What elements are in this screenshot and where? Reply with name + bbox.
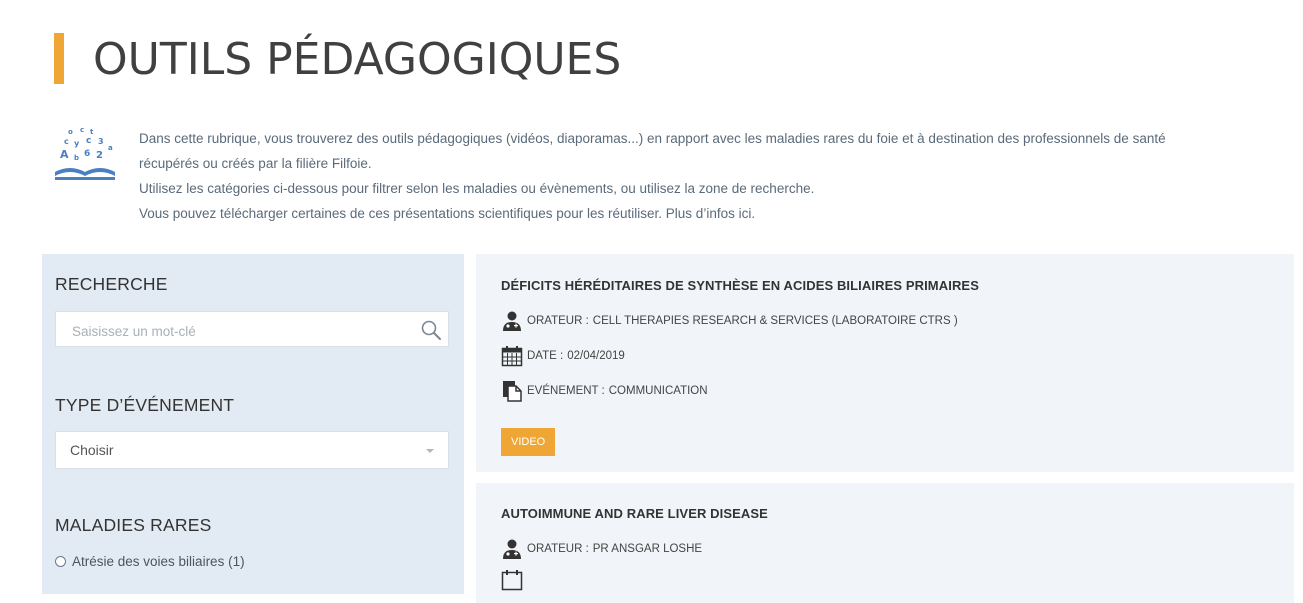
svg-text:A: A	[60, 148, 69, 161]
calendar-icon	[501, 346, 523, 367]
speaker-row: ORATEUR : PR ANSGAR LOSHE	[501, 538, 702, 560]
disease-label: Atrésie des voies biliaires (1)	[72, 554, 245, 569]
speaker-label: ORATEUR :	[527, 315, 589, 327]
speaker-row: ORATEUR : CELL THERAPIES RESEARCH & SERV…	[501, 310, 958, 332]
date-row	[501, 569, 527, 591]
speaker-value: CELL THERAPIES RESEARCH & SERVICES (LABO…	[592, 315, 958, 327]
filter-sidebar: RECHERCHE TYPE D’ÉVÉNEMENT Choisir MALAD…	[42, 254, 464, 594]
doctor-icon	[503, 311, 521, 331]
svg-text:b: b	[74, 154, 79, 162]
event-type-select[interactable]: Choisir	[55, 431, 449, 469]
document-icon	[503, 381, 522, 402]
event-row: EVÉNEMENT : COMMUNICATION	[501, 380, 708, 402]
intro-text: Dans cette rubrique, vous trouverez des …	[139, 126, 1279, 226]
page-title: OUTILS PÉDAGOGIQUES	[93, 34, 622, 85]
date-row: DATE : 02/04/2019	[501, 345, 625, 367]
speaker-label: ORATEUR :	[527, 543, 589, 555]
resource-card: AUTOIMMUNE AND RARE LIVER DISEASE ORATEU…	[476, 483, 1294, 603]
svg-text:o: o	[68, 128, 73, 136]
svg-text:c: c	[64, 137, 69, 146]
svg-text:y: y	[74, 139, 80, 148]
svg-text:a: a	[108, 144, 113, 152]
intro-line: Utilisez les catégories ci-dessous pour …	[139, 181, 815, 196]
search-input[interactable]	[70, 320, 404, 342]
search-box	[55, 311, 449, 347]
svg-text:c: c	[80, 126, 84, 134]
intro-line: Vous pouvez télécharger certaines de ces…	[139, 206, 756, 221]
event-value: COMMUNICATION	[608, 385, 708, 397]
video-tag[interactable]: VIDEO	[501, 428, 556, 456]
svg-text:3: 3	[98, 137, 104, 146]
card-title: AUTOIMMUNE AND RARE LIVER DISEASE	[501, 506, 768, 521]
radio-button[interactable]	[55, 556, 66, 567]
calendar-icon	[501, 570, 523, 591]
card-title: DÉFICITS HÉRÉDITAIRES DE SYNTHÈSE EN ACI…	[501, 278, 979, 293]
svg-text:c: c	[86, 136, 91, 146]
search-heading: RECHERCHE	[55, 274, 168, 294]
svg-text:6: 6	[84, 149, 90, 159]
search-icon[interactable]	[420, 319, 442, 341]
date-value: 02/04/2019	[567, 350, 625, 362]
diseases-heading: MALADIES RARES	[55, 515, 212, 535]
svg-text:2: 2	[96, 150, 103, 161]
svg-text:t: t	[90, 128, 94, 136]
disease-radio-item[interactable]: Atrésie des voies biliaires (1)	[55, 554, 245, 569]
intro-line: Dans cette rubrique, vous trouverez des …	[139, 131, 1166, 146]
resource-card: DÉFICITS HÉRÉDITAIRES DE SYNTHÈSE EN ACI…	[476, 254, 1294, 472]
date-label: DATE :	[527, 350, 564, 362]
event-type-heading: TYPE D’ÉVÉNEMENT	[55, 395, 235, 415]
book-letters-icon: o c t c y c 3 A b 6 2 a	[55, 126, 115, 180]
speaker-value: PR ANSGAR LOSHE	[592, 543, 703, 555]
intro-line: récupérés ou créés par la filière Filfoi…	[139, 156, 372, 171]
event-type-selected-value: Choisir	[70, 442, 114, 458]
title-accent-bar	[54, 33, 64, 84]
event-label: EVÉNEMENT :	[527, 385, 605, 397]
doctor-icon	[503, 539, 521, 559]
chevron-down-icon	[426, 449, 434, 453]
